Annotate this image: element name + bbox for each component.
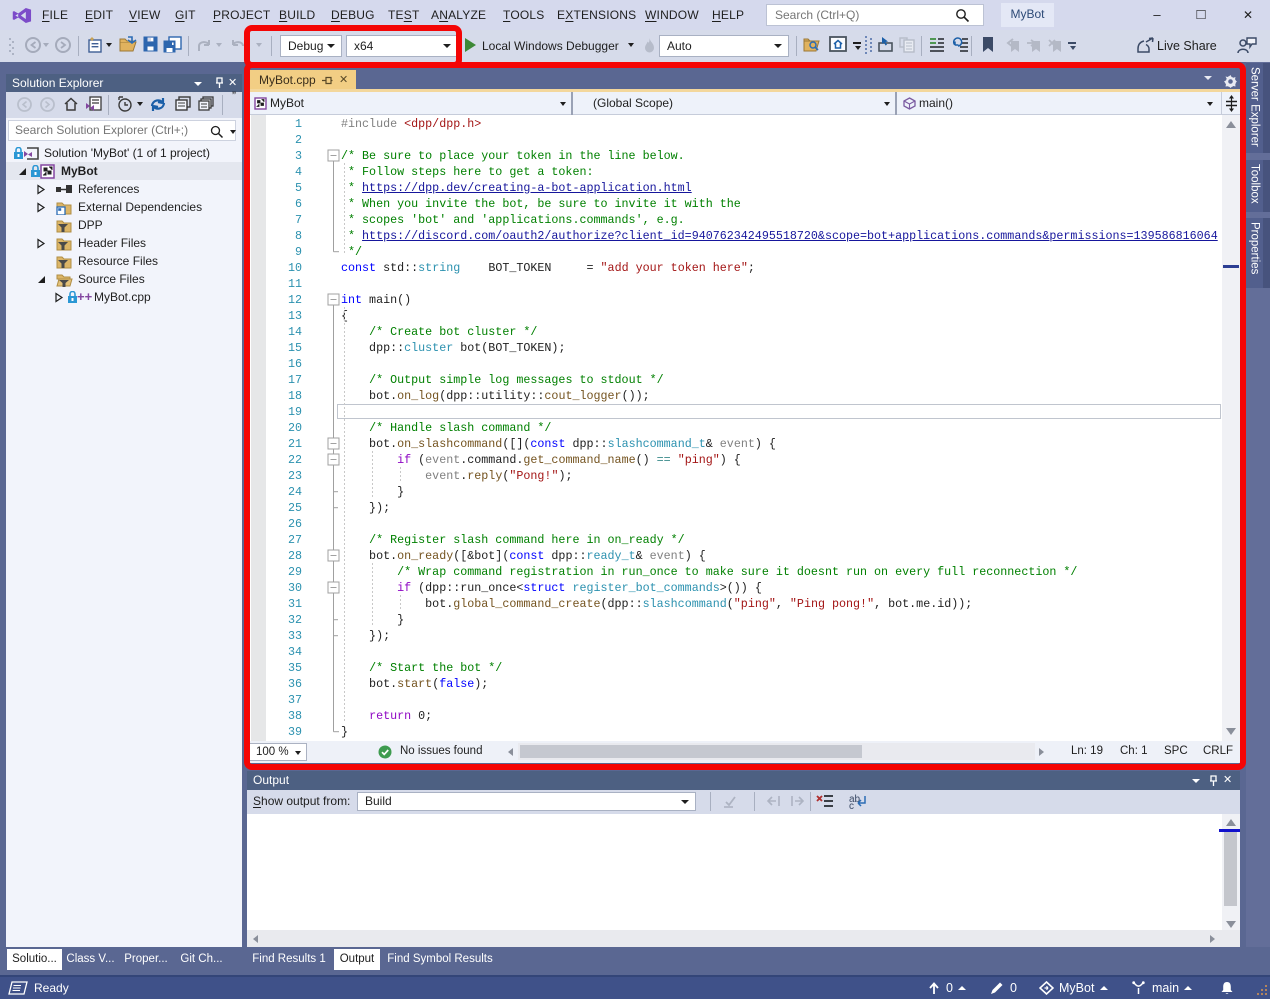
- svg-text:c: c: [849, 801, 854, 809]
